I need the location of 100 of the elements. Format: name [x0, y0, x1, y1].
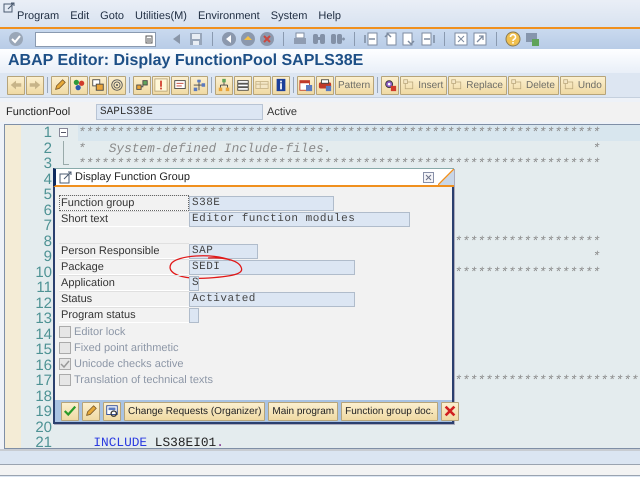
- checkbox-label: Fixed point arithmetic: [74, 342, 179, 354]
- last-page-icon[interactable]: [420, 31, 436, 47]
- menu-item[interactable]: Help: [318, 10, 342, 22]
- spiral-icon: [110, 78, 124, 92]
- spiral-button[interactable]: [108, 76, 126, 94]
- corner-stripe-icon: [438, 169, 454, 185]
- windows-icon: [91, 78, 105, 92]
- confirm-button[interactable]: [61, 402, 79, 420]
- status-text: Active: [267, 106, 297, 118]
- gear-icon: [383, 78, 398, 92]
- menu-item[interactable]: Program: [17, 10, 60, 22]
- menu-item[interactable]: Edit: [70, 10, 90, 22]
- gear-button[interactable]: [381, 76, 400, 94]
- find-next-icon[interactable]: [330, 31, 346, 47]
- info-button[interactable]: [272, 76, 290, 94]
- tree-button[interactable]: [215, 76, 233, 94]
- line-number: 12: [34, 296, 53, 311]
- up-icon[interactable]: [240, 31, 256, 47]
- display-object-button[interactable]: [103, 402, 121, 420]
- dialog-button[interactable]: Change Requests (Organizer): [124, 402, 266, 420]
- stamp-icon: [318, 78, 332, 92]
- hierarchy-button[interactable]: [133, 76, 151, 94]
- field-label: Status: [59, 291, 189, 307]
- line-number: 16: [34, 358, 53, 373]
- display-field[interactable]: [189, 308, 199, 322]
- code-line: INCLUDE LS38EI01.: [92, 435, 225, 448]
- display-field[interactable]: SAP: [189, 244, 258, 258]
- line-number: 11: [35, 280, 53, 296]
- line-number: 5: [42, 187, 53, 202]
- menu-item[interactable]: Utilities(M): [135, 10, 187, 22]
- colored-dots-button[interactable]: [70, 76, 88, 94]
- field-label: Program status: [59, 307, 189, 323]
- back-arrow-button[interactable]: [7, 76, 25, 94]
- calendar-button[interactable]: [297, 76, 315, 94]
- dialog-button[interactable]: Function group doc.: [341, 402, 438, 420]
- menu-item[interactable]: Goto: [100, 10, 124, 22]
- cancel-icon[interactable]: [259, 31, 275, 47]
- table-icon: [255, 78, 269, 92]
- menu-item[interactable]: System: [270, 10, 308, 22]
- help-icon[interactable]: [505, 31, 521, 47]
- stamp-button[interactable]: [316, 76, 334, 94]
- display-field[interactable]: SEDI: [189, 260, 355, 274]
- page-icon: [562, 79, 575, 91]
- collapse-icon[interactable]: [59, 128, 68, 137]
- network-button[interactable]: [190, 76, 208, 94]
- pencil-icon: [53, 78, 67, 92]
- menu-item[interactable]: Environment: [198, 10, 260, 22]
- line-number: 6: [42, 202, 53, 218]
- line-number: 7: [42, 218, 53, 234]
- function-pool-field[interactable]: SAPLS38E: [96, 104, 263, 120]
- line-number: 1: [42, 125, 53, 140]
- checkbox-label: Editor lock: [74, 326, 126, 338]
- edit-button[interactable]: [82, 402, 100, 420]
- line-number: 13: [34, 311, 53, 326]
- check-icon[interactable]: [8, 31, 24, 47]
- page-icon: [510, 79, 523, 91]
- printer-icon[interactable]: [292, 31, 308, 47]
- exclamation-icon: [154, 78, 168, 92]
- dropdown-icon: [145, 34, 153, 44]
- display-field[interactable]: S38E: [189, 196, 334, 210]
- pencil-icon: [84, 404, 98, 418]
- display-field[interactable]: S: [189, 276, 199, 290]
- previous-page-icon[interactable]: [382, 31, 398, 47]
- window-icon[interactable]: [453, 31, 469, 47]
- back-arrow-icon: [9, 78, 23, 92]
- code-line: * System-defined Include-files. *: [78, 140, 602, 156]
- stack-icon: [236, 78, 250, 92]
- network-icon: [192, 78, 206, 92]
- field-label: Package: [59, 259, 189, 275]
- next-page-icon[interactable]: [401, 31, 417, 47]
- line-number: 20: [34, 420, 53, 435]
- calendar-icon: [299, 78, 313, 92]
- close-icon[interactable]: [423, 172, 434, 182]
- display-field[interactable]: Activated: [189, 292, 355, 306]
- first-page-icon[interactable]: [363, 31, 379, 47]
- display-field[interactable]: Editor function modules: [189, 212, 410, 226]
- pencil-button[interactable]: [51, 76, 69, 94]
- screen-button[interactable]: [171, 76, 189, 94]
- page-icon: [403, 79, 416, 91]
- find-icon[interactable]: [311, 31, 327, 47]
- page-icon: [451, 79, 464, 91]
- windows-button[interactable]: [89, 76, 107, 94]
- screen-title: ABAP Editor: Display FunctionPool SAPLS38E: [8, 52, 364, 70]
- command-field[interactable]: [35, 32, 156, 46]
- window-menu-icon[interactable]: [3, 2, 15, 14]
- forward-arrow-button[interactable]: [26, 76, 44, 94]
- window-menu-icon[interactable]: [59, 170, 72, 184]
- stack-button[interactable]: [234, 76, 252, 94]
- checkbox-label: Unicode checks active: [74, 358, 184, 370]
- dialog-button[interactable]: Main program: [268, 402, 338, 420]
- display-object-icon: [105, 404, 119, 418]
- field-label: Person Responsible: [59, 243, 189, 259]
- field-label: FunctionPool: [6, 106, 72, 118]
- code-line: *******************: [454, 234, 600, 249]
- save-icon[interactable]: [188, 31, 204, 47]
- forward-arrow-icon: [28, 78, 42, 92]
- line-number: 3: [42, 156, 53, 172]
- cancel-button[interactable]: [440, 402, 458, 420]
- back-icon[interactable]: [221, 31, 237, 47]
- code-line: ************************: [454, 373, 639, 388]
